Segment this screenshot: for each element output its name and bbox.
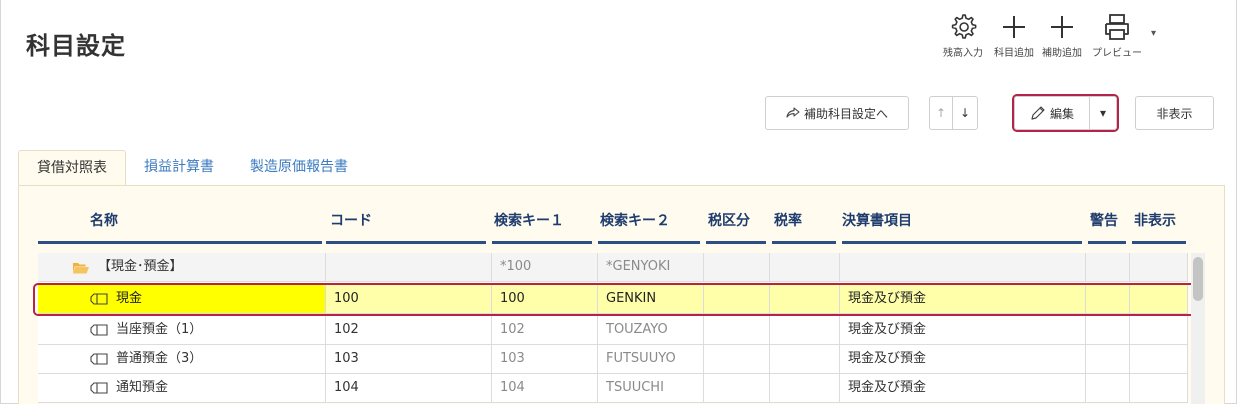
add-account-button[interactable]: 科目追加 bbox=[991, 12, 1037, 59]
search-key-2-cell: GENKIN bbox=[598, 285, 704, 314]
tab-balance-sheet[interactable]: 貸借対照表 bbox=[18, 150, 126, 186]
tax-rate-cell bbox=[770, 285, 840, 314]
code-cell: 102 bbox=[326, 316, 492, 345]
fs-item-cell: 現金及び預金 bbox=[840, 285, 1086, 314]
name-cell: 現金 bbox=[38, 285, 326, 314]
search-key-2-cell: FUTSUUYO bbox=[598, 345, 704, 374]
hide-button[interactable]: 非表示 bbox=[1135, 96, 1214, 130]
add-account-label: 科目追加 bbox=[994, 48, 1034, 59]
name-cell: 普通預金（3） bbox=[38, 345, 326, 374]
zandaka-input-button[interactable]: 残高入力 bbox=[937, 12, 989, 59]
share-arrow-icon bbox=[786, 107, 800, 118]
account-tag-icon bbox=[90, 382, 108, 394]
tax-rate-cell bbox=[770, 345, 840, 374]
tax-class-cell bbox=[704, 316, 770, 345]
tab-income-statement[interactable]: 損益計算書 bbox=[126, 150, 232, 186]
name-cell: 通知預金 bbox=[38, 374, 326, 403]
table-row-selected[interactable]: 現金 100 100 GENKIN 現金及び預金 bbox=[38, 285, 1188, 314]
account-tag-icon bbox=[90, 353, 108, 365]
warning-cell bbox=[1086, 285, 1130, 314]
code-cell: 103 bbox=[326, 345, 492, 374]
tax-class-cell bbox=[704, 253, 770, 282]
scrollbar-thumb[interactable] bbox=[1193, 257, 1203, 301]
plus-icon bbox=[1051, 16, 1073, 38]
plus-icon bbox=[1003, 16, 1025, 38]
column-header-tax-class[interactable]: 税区分 bbox=[706, 200, 766, 244]
name-cell: 【現金･預金】 bbox=[38, 253, 326, 282]
go-to-sub-account-settings-label: 補助科目設定へ bbox=[803, 106, 888, 121]
preview-button[interactable]: プレビュー bbox=[1089, 12, 1145, 59]
warning-cell bbox=[1086, 374, 1130, 403]
printer-icon bbox=[1105, 14, 1129, 40]
tax-class-cell bbox=[704, 345, 770, 374]
edit-dropdown-button[interactable]: ▾ bbox=[1089, 96, 1117, 130]
table-row-group[interactable]: 【現金･預金】 *100 *GENYOKI bbox=[38, 253, 1188, 282]
search-key-2-cell: TOUZAYO bbox=[598, 316, 704, 345]
page-title: 科目設定 bbox=[26, 32, 126, 60]
hidden-cell bbox=[1130, 253, 1188, 282]
tax-rate-cell bbox=[770, 374, 840, 403]
account-tag-icon bbox=[90, 293, 108, 305]
name-cell: 当座預金（1） bbox=[38, 316, 326, 345]
search-key-1-cell: *100 bbox=[492, 253, 598, 282]
tax-rate-cell bbox=[770, 316, 840, 345]
search-key-2-cell: *GENYOKI bbox=[598, 253, 704, 282]
column-header-fs-item[interactable]: 決算書項目 bbox=[842, 200, 1082, 244]
move-down-button[interactable]: ↓ bbox=[952, 96, 978, 130]
hidden-cell bbox=[1130, 285, 1188, 314]
tax-rate-cell bbox=[770, 253, 840, 282]
warning-cell bbox=[1086, 316, 1130, 345]
code-cell: 104 bbox=[326, 374, 492, 403]
warning-cell bbox=[1086, 345, 1130, 374]
edit-label: 編集 bbox=[1049, 106, 1074, 121]
search-key-1-cell: 104 bbox=[492, 374, 598, 403]
hidden-cell bbox=[1130, 316, 1188, 345]
hidden-cell bbox=[1130, 374, 1188, 403]
column-header-warning[interactable]: 警告 bbox=[1088, 200, 1126, 244]
hidden-cell bbox=[1130, 345, 1188, 374]
move-up-button[interactable]: ↑ bbox=[929, 96, 953, 130]
zandaka-input-label: 残高入力 bbox=[943, 48, 983, 59]
search-key-1-cell: 100 bbox=[492, 285, 598, 314]
statement-tabs: 貸借対照表 損益計算書 製造原価報告書 bbox=[18, 150, 366, 186]
add-sub-account-button[interactable]: 補助追加 bbox=[1037, 12, 1087, 59]
go-to-sub-account-settings-button[interactable]: 補助科目設定へ bbox=[765, 96, 909, 130]
folder-open-icon bbox=[73, 262, 89, 273]
search-key-1-cell: 103 bbox=[492, 345, 598, 374]
table-row[interactable]: 普通預金（3） 103 103 FUTSUUYO 現金及び預金 bbox=[38, 345, 1188, 374]
table-row[interactable]: 通知預金 104 104 TSUUCHI 現金及び預金 bbox=[38, 374, 1188, 403]
fs-item-cell bbox=[840, 253, 1086, 282]
warning-cell bbox=[1086, 253, 1130, 282]
search-key-1-cell: 102 bbox=[492, 316, 598, 345]
column-header-code[interactable]: コード bbox=[326, 200, 486, 244]
search-key-2-cell: TSUUCHI bbox=[598, 374, 704, 403]
preview-label: プレビュー bbox=[1092, 48, 1142, 59]
column-header-search-key-2[interactable]: 検索キー２ bbox=[598, 200, 700, 244]
add-sub-account-label: 補助追加 bbox=[1042, 48, 1082, 59]
column-header-search-key-1[interactable]: 検索キー１ bbox=[492, 200, 592, 244]
fs-item-cell: 現金及び預金 bbox=[840, 374, 1086, 403]
account-tag-icon bbox=[90, 324, 108, 336]
tax-class-cell bbox=[704, 285, 770, 314]
code-cell: 100 bbox=[326, 285, 492, 314]
pencil-icon bbox=[1031, 106, 1045, 120]
fs-item-cell: 現金及び預金 bbox=[840, 345, 1086, 374]
edit-button[interactable]: 編集 bbox=[1014, 96, 1090, 130]
column-header-name[interactable]: 名称 bbox=[38, 200, 322, 244]
gear-icon bbox=[951, 14, 977, 39]
table-row[interactable]: 当座預金（1） 102 102 TOUZAYO 現金及び預金 bbox=[38, 316, 1188, 345]
vertical-scrollbar[interactable] bbox=[1191, 253, 1205, 404]
more-tools-dropdown[interactable]: ▾ bbox=[1151, 28, 1156, 39]
column-header-tax-rate[interactable]: 税率 bbox=[772, 200, 836, 244]
column-header-hidden[interactable]: 非表示 bbox=[1132, 200, 1186, 244]
top-toolbar: 残高入力 科目追加 補助追加 プレビュー ▾ bbox=[937, 12, 1237, 82]
code-cell bbox=[326, 253, 492, 282]
fs-item-cell: 現金及び預金 bbox=[840, 316, 1086, 345]
tax-class-cell bbox=[704, 374, 770, 403]
tab-manufacturing-cost[interactable]: 製造原価報告書 bbox=[232, 150, 366, 186]
